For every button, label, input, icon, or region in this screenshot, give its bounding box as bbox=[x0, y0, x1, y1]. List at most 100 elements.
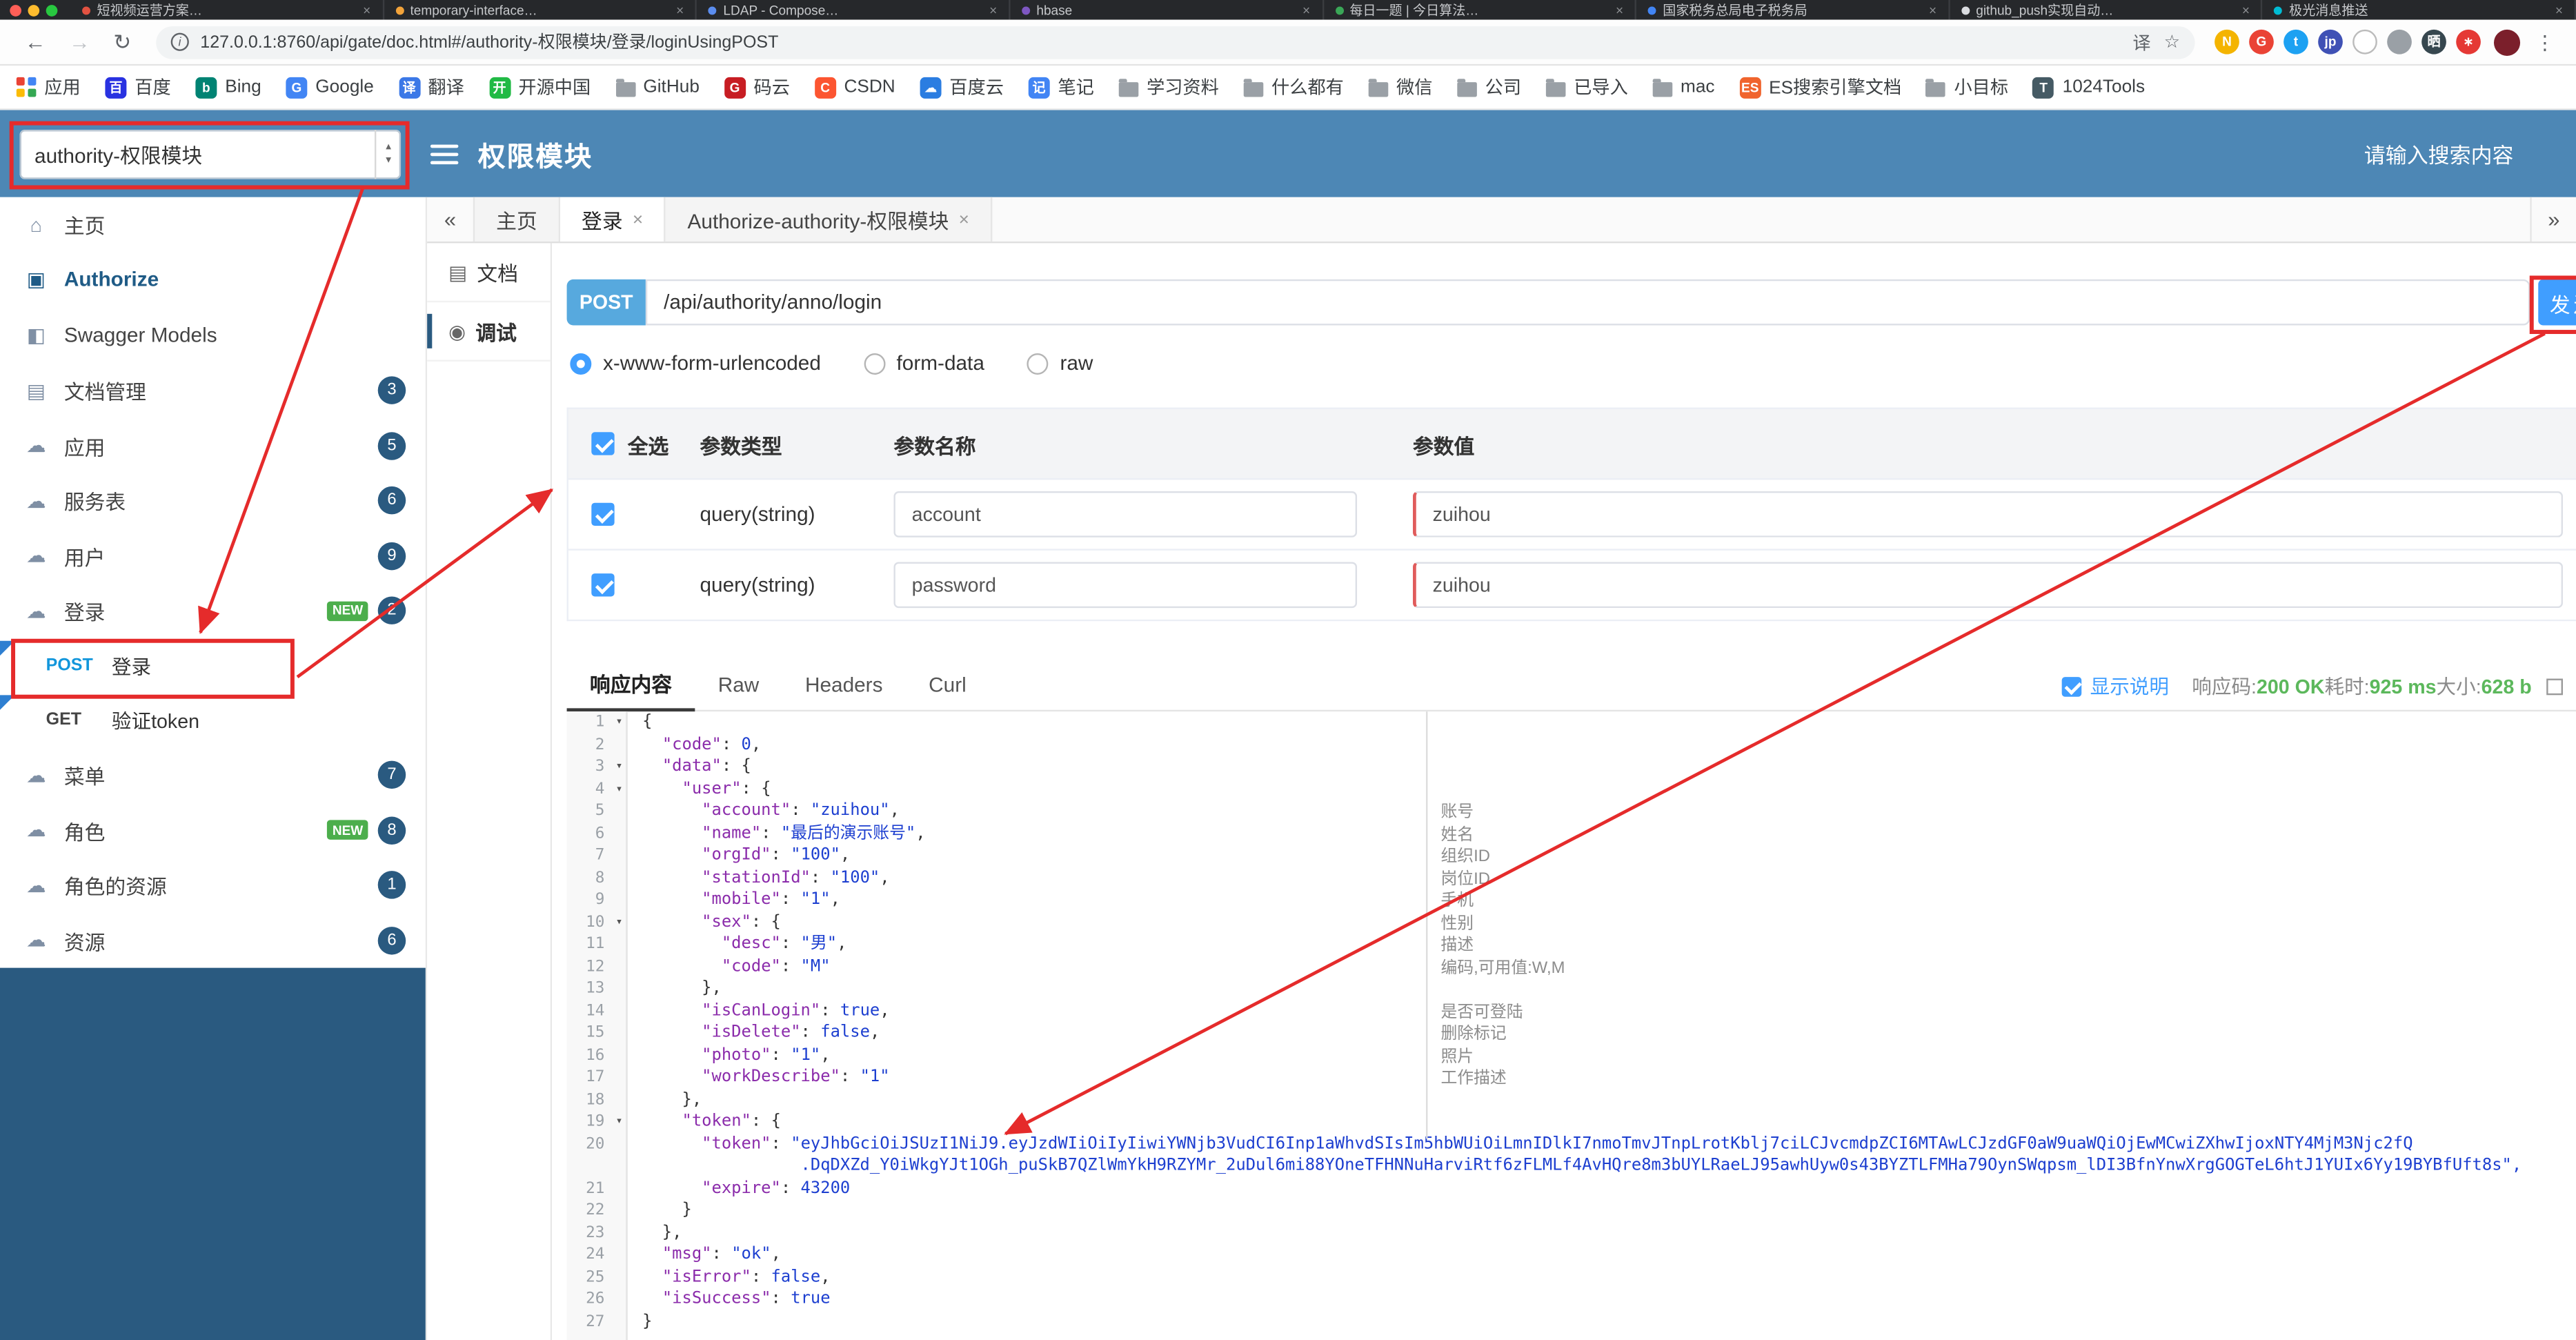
browser-tab[interactable]: hbase × bbox=[1010, 0, 1324, 20]
content-type-option[interactable]: x-www-form-urlencoded bbox=[570, 352, 821, 375]
window-close-icon[interactable] bbox=[10, 3, 21, 16]
param-value-input[interactable]: zuihou bbox=[1413, 562, 2563, 609]
sidebar-item-Authorize[interactable]: ▣ Authorize bbox=[0, 253, 426, 308]
bookmark-item[interactable]: 记笔记 bbox=[1028, 74, 1094, 100]
content-type-option[interactable]: raw bbox=[1027, 352, 1093, 375]
window-zoom-icon[interactable] bbox=[46, 3, 58, 16]
sidebar-item-角色的资源[interactable]: ☁ 角色的资源 1 bbox=[0, 858, 426, 913]
forward-icon[interactable]: → bbox=[69, 31, 90, 52]
browser-tab[interactable]: LDAP - Compose… × bbox=[697, 0, 1011, 20]
param-name-input[interactable]: password bbox=[893, 562, 1358, 609]
reload-icon[interactable]: ↻ bbox=[113, 31, 131, 52]
row-checkbox[interactable] bbox=[591, 573, 615, 597]
response-editor[interactable]: 1 ▾ 2 3 ▾ 4 ▾ 5 6 7 8 9 10 ▾ 11 12 13 14 15 16 17 18 19 ▾ 20 21 22… bbox=[566, 711, 2576, 1340]
fullscreen-icon[interactable] bbox=[2546, 678, 2563, 695]
response-tab-Curl[interactable]: Curl bbox=[906, 662, 989, 711]
select-all-checkbox[interactable] bbox=[591, 432, 615, 455]
bookmark-item[interactable]: G Google bbox=[286, 76, 374, 98]
sidebar-item-主页[interactable]: ⌂ 主页 bbox=[0, 197, 426, 253]
sidebar-endpoint-get[interactable]: GET 验证token bbox=[0, 693, 426, 747]
browser-tab[interactable]: github_push实现自动… × bbox=[1950, 0, 2263, 20]
bookmark-item[interactable]: GitHub bbox=[615, 77, 700, 97]
bookmark-item[interactable]: 小目标 bbox=[1925, 74, 2008, 100]
fold-icon[interactable]: ▾ bbox=[616, 778, 623, 800]
browser-tab[interactable]: 每日一题 | 今日算法… × bbox=[1323, 0, 1637, 20]
sidebar-item-服务表[interactable]: ☁ 服务表 6 bbox=[0, 473, 426, 529]
tab-scroll-left-icon[interactable]: « bbox=[427, 197, 473, 242]
bookmark-item[interactable]: C CSDN bbox=[814, 76, 895, 98]
select-stepper-icon[interactable]: ▴ ▾ bbox=[374, 128, 401, 179]
shield-extension-icon[interactable] bbox=[2387, 29, 2412, 55]
project-select[interactable]: authority-权限模块 ▴ ▾ bbox=[19, 128, 402, 179]
asterisk-extension-icon[interactable]: ∗ bbox=[2456, 29, 2481, 55]
screenshot-extension-icon[interactable]: 晒 bbox=[2421, 29, 2446, 55]
send-button[interactable]: 发送 bbox=[2538, 279, 2576, 326]
google-extension-icon[interactable]: G bbox=[2249, 29, 2274, 55]
bookmark-item[interactable]: 公司 bbox=[1457, 74, 1521, 100]
rail-item-doc[interactable]: ▤ 文档 bbox=[427, 243, 551, 303]
bookmark-item[interactable]: ES ES搜索引擎文档 bbox=[1739, 74, 1901, 100]
window-minimize-icon[interactable] bbox=[28, 3, 40, 16]
sidebar-item-角色[interactable]: ☁ 角色 NEW 8 bbox=[0, 802, 426, 858]
tab-close-icon[interactable]: × bbox=[1616, 3, 1623, 17]
tab-登录[interactable]: 登录 × bbox=[560, 197, 666, 242]
tab-close-icon[interactable]: × bbox=[1929, 3, 1936, 17]
tab-Authorize-authority-权限模块[interactable]: Authorize-authority-权限模块 × bbox=[666, 197, 993, 242]
bookmark-item[interactable]: 应用 bbox=[16, 74, 81, 100]
fold-icon[interactable]: ▾ bbox=[616, 911, 623, 933]
back-icon[interactable]: ← bbox=[25, 31, 46, 52]
browser-tab[interactable]: 极光消息推送 × bbox=[2263, 0, 2576, 20]
bookmark-item[interactable]: 什么都有 bbox=[1243, 74, 1344, 100]
sidebar-item-应用[interactable]: ☁ 应用 5 bbox=[0, 418, 426, 473]
ring-extension-icon[interactable] bbox=[2352, 29, 2377, 55]
browser-tab[interactable]: 短视频运营方案… × bbox=[70, 0, 384, 20]
row-checkbox[interactable] bbox=[591, 502, 615, 526]
bookmark-item[interactable]: 学习资料 bbox=[1118, 74, 1219, 100]
sidebar-item-Swagger Models[interactable]: ◧ Swagger Models bbox=[0, 308, 426, 363]
tab-close-icon[interactable]: × bbox=[2555, 3, 2563, 17]
sidebar-item-登录[interactable]: ☁ 登录 NEW 2 bbox=[0, 584, 426, 639]
rail-item-debug[interactable]: ◉ 调试 bbox=[427, 302, 551, 362]
bookmark-item[interactable]: 开开源中国 bbox=[488, 74, 591, 100]
fold-icon[interactable]: ▾ bbox=[616, 1111, 623, 1133]
tab-close-icon[interactable]: × bbox=[633, 210, 643, 230]
browser-tab[interactable]: temporary-interface… × bbox=[384, 0, 697, 20]
fold-icon[interactable]: ▾ bbox=[616, 756, 623, 778]
response-tab-Headers[interactable]: Headers bbox=[782, 662, 906, 711]
bookmark-item[interactable]: 微信 bbox=[1368, 74, 1432, 100]
api-url-input[interactable]: /api/authority/anno/login bbox=[645, 279, 2530, 326]
hamburger-icon[interactable] bbox=[430, 144, 459, 164]
bookmark-star-icon[interactable]: ☆ bbox=[2164, 31, 2181, 53]
browser-tab[interactable]: 国家税务总局电子税务局 × bbox=[1636, 0, 1950, 20]
show-description-checkbox[interactable] bbox=[2062, 676, 2082, 696]
tab-close-icon[interactable]: × bbox=[2242, 3, 2250, 17]
sidebar-item-用户[interactable]: ☁ 用户 9 bbox=[0, 529, 426, 584]
tab-scroll-right-icon[interactable]: » bbox=[2530, 197, 2576, 242]
bookmark-item[interactable]: ☁ 百度云 bbox=[920, 74, 1004, 100]
bookmark-item[interactable]: 已导入 bbox=[1545, 74, 1628, 100]
profile-avatar[interactable] bbox=[2493, 28, 2521, 55]
bookmark-item[interactable]: 百百度 bbox=[105, 74, 171, 100]
fold-icon[interactable]: ▾ bbox=[616, 711, 623, 733]
tab-close-icon[interactable]: × bbox=[989, 3, 997, 17]
response-tab-Raw[interactable]: Raw bbox=[695, 662, 782, 711]
header-search-input[interactable]: 请输入搜索内容 bbox=[2364, 138, 2514, 169]
jp-extension-icon[interactable]: jp bbox=[2318, 29, 2343, 55]
content-type-option[interactable]: form-data bbox=[863, 352, 984, 375]
param-value-input[interactable]: zuihou bbox=[1413, 491, 2563, 538]
bookmark-item[interactable]: 译翻译 bbox=[398, 74, 464, 100]
notes-extension-icon[interactable]: N bbox=[2215, 29, 2239, 55]
browser-menu-icon[interactable]: ⋮ bbox=[2535, 30, 2555, 53]
tab-close-icon[interactable]: × bbox=[1302, 3, 1310, 17]
bookmark-item[interactable]: T 1024Tools bbox=[2032, 76, 2145, 98]
sidebar-item-文档管理[interactable]: ▤ 文档管理 3 bbox=[0, 363, 426, 418]
page-info-icon[interactable]: i bbox=[170, 32, 189, 51]
translate-icon[interactable]: 译 bbox=[2132, 29, 2150, 55]
twitter-extension-icon[interactable]: t bbox=[2283, 29, 2308, 55]
tab-close-icon[interactable]: × bbox=[363, 3, 370, 17]
tab-主页[interactable]: 主页 bbox=[473, 197, 561, 242]
sidebar-item-资源[interactable]: ☁ 资源 6 bbox=[0, 913, 426, 968]
response-tab-响应内容[interactable]: 响应内容 bbox=[566, 662, 695, 712]
bookmark-item[interactable]: G 码云 bbox=[724, 74, 790, 100]
param-name-input[interactable]: account bbox=[893, 491, 1358, 538]
